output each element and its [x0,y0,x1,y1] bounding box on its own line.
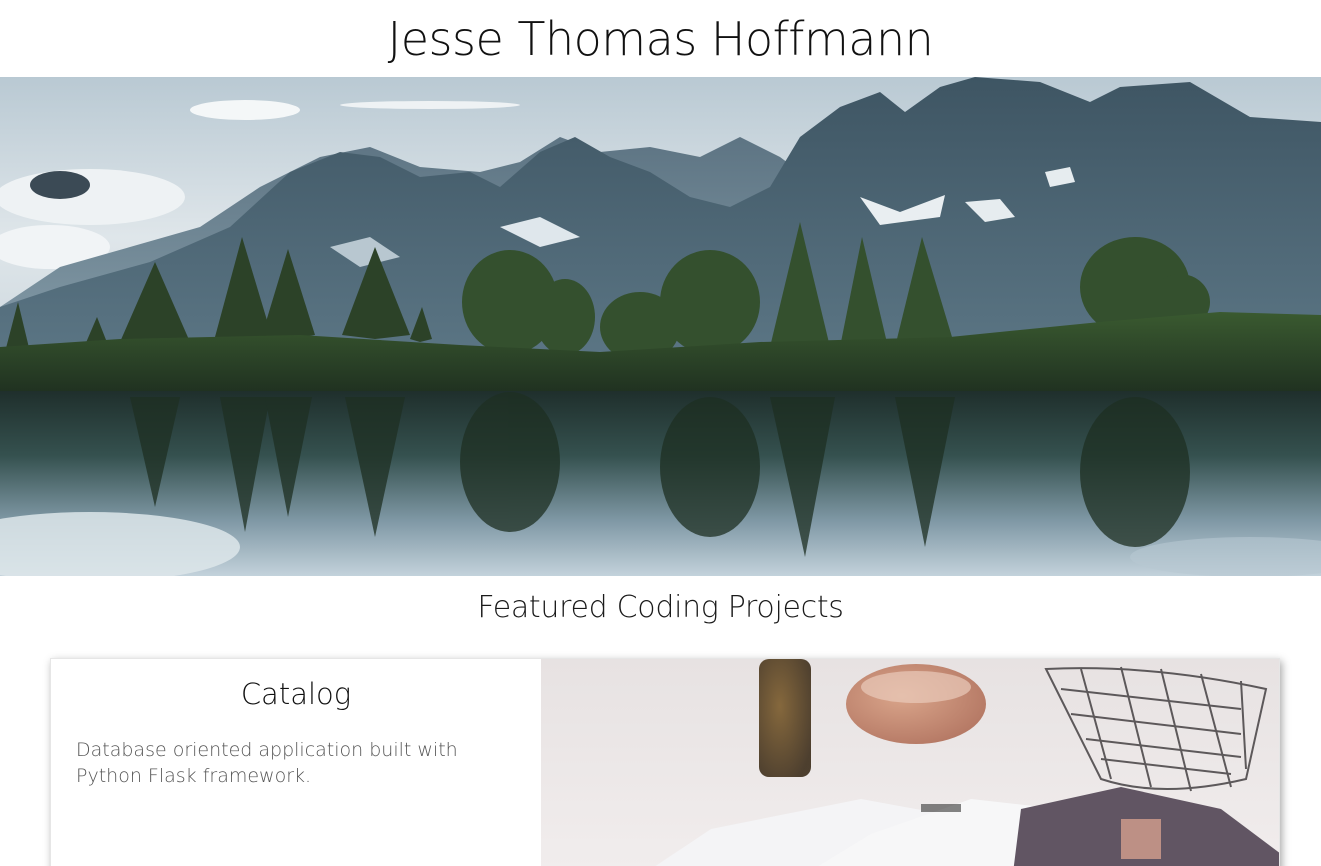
project-card-catalog[interactable]: Catalog Database oriented application bu… [50,658,1280,866]
featured-projects-heading: Featured Coding Projects [477,590,844,625]
project-title: Catalog [240,677,352,711]
project-card-text: Catalog Database oriented application bu… [51,659,541,866]
site-header: Jesse Thomas Hoffmann [0,0,1321,77]
project-image [541,659,1279,866]
project-description: Database oriented application built with… [76,739,458,787]
site-title: Jesse Thomas Hoffmann [387,11,934,66]
hero-banner-image [0,77,1321,576]
page: Jesse Thomas Hoffmann Featured Coding Pr… [0,0,1321,866]
